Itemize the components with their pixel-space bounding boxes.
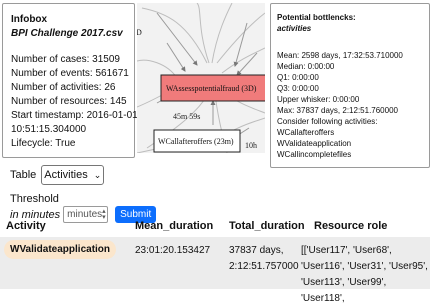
bottleneck-title: Potential bottlencks: [277, 13, 356, 22]
bottleneck-max: Max: 37837 days, 2:12:51.760000 [277, 106, 398, 115]
controls-panel: Table Activities ⌄ Threshold in minutes … [10, 165, 157, 223]
threshold-unit-label: in minutes [10, 208, 61, 221]
threshold-label: Threshold [10, 193, 59, 205]
bottleneck-activity-1: WCallafteroffers [277, 128, 335, 137]
bottleneck-mean: Mean: 2598 days, 17:32:53.710000 [277, 51, 403, 60]
bottleneck-q3: Q3: 0:00:00 [277, 84, 319, 93]
chevron-down-icon: ⌄ [93, 169, 102, 180]
graph-label-10h: 10h [245, 141, 257, 150]
bottleneck-activity-2: WValidateapplication [277, 139, 352, 148]
resource-role-line-3: 'User113', 'User99', 'User118', [301, 277, 387, 304]
infobox-file-name: BPI Challenge 2017.csv [11, 28, 123, 39]
bottleneck-q1: Q1: 0:00:00 [277, 73, 319, 82]
highlighted-activity-label: WAssesspotentialfraud (3D) [166, 84, 257, 93]
header-mean-duration: Mean_duration [135, 220, 214, 232]
activity-node-label: WCallafteroffers (23m) [158, 137, 234, 146]
table-header: Activity Mean_duration Total_duration Re… [0, 220, 430, 236]
stat-start-timestamp: Start timestamp: 2016-01-01 [11, 110, 138, 121]
infobox-panel: Infobox BPI Challenge 2017.csv Number of… [2, 3, 138, 158]
bottleneck-panel: Potential bottlencks: activities Mean: 2… [270, 3, 430, 168]
resource-role-line-2: 'User116', 'User31', 'User95', [301, 261, 428, 272]
infobox-title: Infobox [11, 14, 48, 25]
bottleneck-subtitle: activities [277, 24, 312, 33]
table-select[interactable]: Activities ⌄ [41, 165, 105, 185]
stat-cases: Number of cases: 31509 [11, 54, 120, 65]
mean-duration-cell: 23:01:20.153427 [135, 245, 211, 256]
resource-role-cell: [['User117', 'User68', 'User116', 'User3… [301, 243, 430, 307]
stat-start-timestamp-time: 10:51:15.304000 [11, 124, 87, 135]
header-resource-role: Resource role [314, 220, 388, 232]
bottleneck-median: Median: 0:00:00 [277, 62, 335, 71]
bottleneck-upper-whisker: Upper whisker: 0:00:00 [277, 95, 360, 104]
bottleneck-consider-label: Consider following activities: [277, 117, 378, 126]
stat-activities: Number of activities: 26 [11, 82, 116, 93]
stat-events: Number of events: 561671 [11, 68, 129, 79]
graph-label-4d: 4D [137, 28, 142, 37]
table-label: Table [10, 169, 37, 181]
header-activity: Activity [6, 220, 46, 232]
graph-edge-duration: 45m 59s [173, 112, 200, 121]
stat-lifecycle: Lifecycle: True [11, 138, 76, 149]
table-select-value: Activities [44, 169, 88, 181]
header-total-duration: Total_duration [229, 220, 305, 232]
total-duration-line-2: 2:12:51.757000 [229, 261, 299, 272]
total-duration-line-1: 37837 days, [229, 245, 284, 256]
table-row[interactable]: WValidateapplication 23:01:20.153427 378… [0, 237, 430, 304]
bottleneck-activity-3: WCallincompletefiles [277, 150, 352, 159]
resource-role-line-1: [['User117', 'User68', [301, 245, 392, 256]
stat-resources: Number of resources: 145 [11, 96, 127, 107]
threshold-unit-value: minutes [67, 209, 103, 220]
process-graph-canvas[interactable]: 4D 6D WAssesspotentialfraud (3D) 45m 59s… [137, 3, 265, 153]
stepper-icon[interactable]: ▴ ▾ [102, 208, 106, 221]
process-graph[interactable]: 4D 6D WAssesspotentialfraud (3D) 45m 59s… [137, 3, 265, 153]
total-duration-cell: 37837 days, 2:12:51.757000 [229, 243, 299, 275]
activity-cell[interactable]: WValidateapplication [4, 240, 117, 259]
